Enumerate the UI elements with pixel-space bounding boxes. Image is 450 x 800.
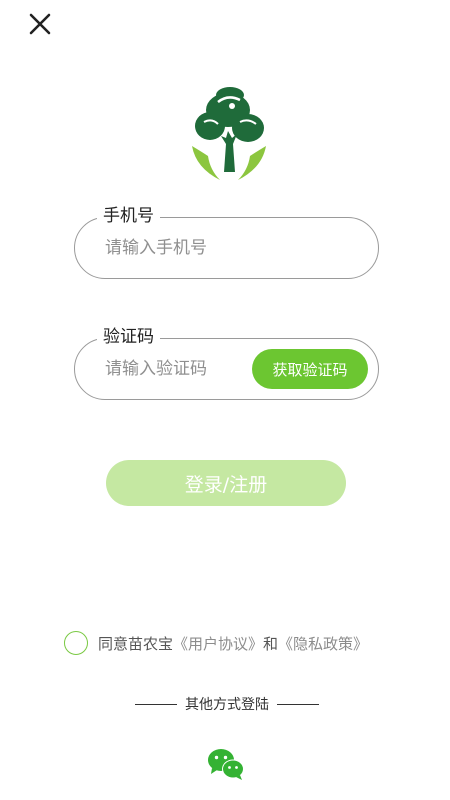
tree-in-hands-logo-icon (192, 87, 266, 180)
other-login-divider: 其他方式登陆 (130, 694, 324, 714)
privacy-policy-link[interactable]: 《隐私政策》 (278, 633, 368, 654)
wechat-icon (208, 749, 244, 780)
app-logo (188, 86, 270, 184)
agreement-conjunction: 和 (263, 634, 279, 653)
agreement-row: 同意苗农宝 《用户协议》 和 《隐私政策》 (64, 631, 368, 655)
phone-field: 手机号 (74, 204, 379, 279)
login-register-button[interactable]: 登录/注册 (106, 460, 346, 506)
phone-label: 手机号 (97, 204, 160, 228)
user-agreement-link[interactable]: 《用户协议》 (173, 633, 263, 654)
wechat-login-button[interactable] (207, 747, 245, 781)
agreement-checkbox[interactable] (64, 631, 88, 655)
close-button[interactable] (22, 6, 58, 42)
code-input[interactable] (105, 354, 245, 384)
close-icon (29, 13, 51, 35)
divider-line-right (277, 703, 319, 705)
agreement-prefix: 同意苗农宝 (98, 634, 174, 653)
verification-code-field: 验证码 获取验证码 (74, 325, 379, 400)
other-login-label: 其他方式登陆 (185, 697, 269, 713)
get-code-button[interactable]: 获取验证码 (252, 349, 368, 389)
code-label: 验证码 (97, 325, 160, 349)
divider-line-left (135, 703, 177, 705)
phone-input[interactable] (105, 233, 305, 263)
